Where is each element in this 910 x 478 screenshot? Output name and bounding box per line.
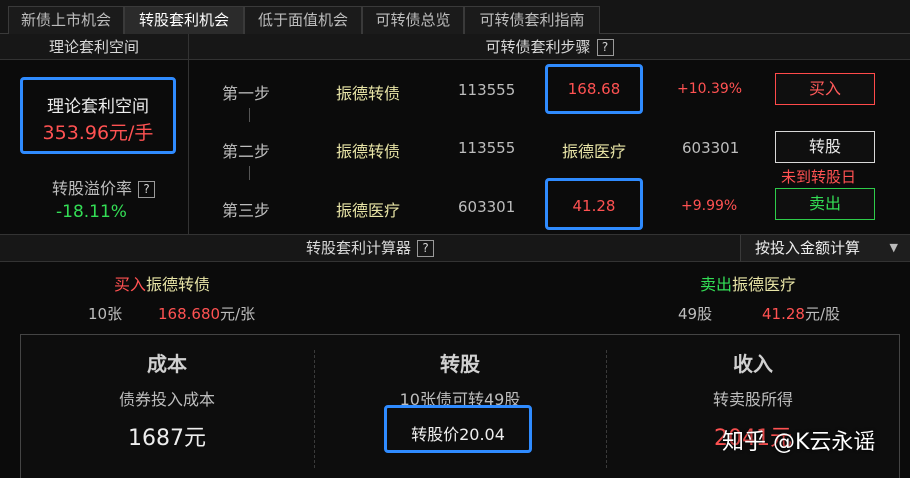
step-security-code: 113555: [458, 139, 516, 157]
steps-panel-header: 可转债套利步骤?: [189, 34, 910, 60]
cost-title: 成本: [147, 352, 187, 376]
buy-price-unit: 元/张: [220, 305, 256, 323]
sell-button[interactable]: 卖出: [775, 188, 875, 220]
buy-quantity: 10张: [88, 305, 123, 323]
step-security-name: 振德转债: [336, 142, 401, 161]
bond-price: 168.68: [567, 80, 621, 98]
conversion-price: 转股价20.04: [411, 425, 505, 444]
stock-change: +9.99%: [681, 198, 738, 214]
buy-label: 买入: [114, 275, 147, 294]
step-label: 第一步: [222, 84, 271, 103]
step-connector: [249, 108, 250, 122]
step-label: 第二步: [222, 142, 271, 161]
buy-price: 168.680: [158, 305, 221, 323]
cost-value: 1687元: [128, 426, 206, 451]
calculator-help-icon[interactable]: ?: [417, 240, 434, 257]
sell-security-name: 振德医疗: [732, 275, 797, 294]
premium-help-icon[interactable]: ?: [138, 181, 156, 198]
panel-divider: [188, 34, 189, 234]
sell-summary-title: 卖出振德医疗: [700, 271, 796, 295]
target-stock-code: 603301: [682, 139, 740, 157]
step-security-code: 603301: [458, 198, 516, 216]
convert-button[interactable]: 转股: [775, 131, 875, 163]
watermark: 知乎 @K云永谣: [722, 430, 876, 455]
bond-change: +10.39%: [677, 81, 743, 97]
steps-help-icon[interactable]: ?: [596, 39, 614, 56]
calculator-title: 转股套利计算器: [305, 239, 411, 257]
buy-summary-title: 买入振德转债: [114, 271, 210, 295]
premium-rate-row: 转股溢价率?: [52, 175, 156, 199]
premium-rate-value: -18.11%: [56, 202, 127, 222]
buy-button[interactable]: 买入: [775, 73, 875, 105]
target-stock-name: 振德医疗: [562, 142, 627, 161]
tab-guide[interactable]: 可转债套利指南: [464, 6, 600, 34]
chevron-down-icon: ▼: [889, 241, 898, 254]
arbitrage-space-title: 理论套利空间: [47, 97, 149, 117]
sell-quantity: 49股: [678, 305, 713, 323]
sell-price-unit: 元/股: [804, 305, 841, 323]
convert-title: 转股: [440, 352, 480, 376]
stock-price: 41.28: [572, 197, 616, 215]
step-connector: [249, 166, 250, 180]
buy-security-name: 振德转债: [146, 275, 211, 294]
step-security-name: 振德转债: [336, 84, 401, 103]
tab-conversion-arbitrage[interactable]: 转股套利机会: [124, 6, 244, 34]
sell-price-row: 41.28元/股: [762, 303, 840, 324]
tab-overview[interactable]: 可转债总览: [362, 6, 464, 34]
tab-new-bond[interactable]: 新债上市机会: [8, 6, 124, 34]
buy-price-row: 168.680元/张: [158, 303, 255, 324]
income-subtitle: 转卖股所得: [712, 390, 793, 409]
left-panel-header: 理论套利空间: [0, 34, 188, 60]
tab-below-par[interactable]: 低于面值机会: [244, 6, 362, 34]
premium-rate-label: 转股溢价率: [52, 179, 133, 198]
step-security-name: 振德医疗: [336, 201, 401, 220]
step-label: 第三步: [222, 201, 271, 220]
tab-bar: 新债上市机会 转股套利机会 低于面值机会 可转债总览 可转债套利指南: [0, 0, 910, 34]
sell-label: 卖出: [700, 275, 733, 294]
step-security-code: 113555: [458, 81, 516, 99]
not-convertible-notice: 未到转股日: [781, 168, 857, 186]
cost-subtitle: 债券投入成本: [118, 390, 215, 409]
steps-panel-title: 可转债套利步骤: [485, 38, 591, 56]
income-title: 收入: [733, 352, 773, 376]
calc-mode-value: 按投入金额计算: [755, 239, 861, 257]
arbitrage-space-value: 353.96元/手: [42, 122, 154, 144]
calc-mode-select[interactable]: 按投入金额计算 ▼: [740, 235, 910, 262]
calculator-header: 转股套利计算器?: [0, 235, 740, 262]
sell-price: 41.28: [762, 305, 805, 323]
